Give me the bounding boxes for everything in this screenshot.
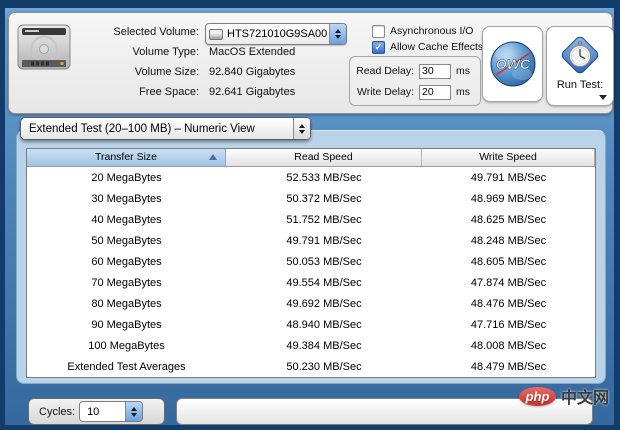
column-header-read-speed[interactable]: Read Speed bbox=[226, 149, 422, 166]
volume-size-label: Volume Size: bbox=[69, 64, 199, 80]
table-cell: 52.533 MB/Sec bbox=[226, 172, 422, 184]
table-row[interactable]: Extended Test Averages50.230 MB/Sec48.47… bbox=[27, 356, 595, 377]
table-cell: Extended Test Averages bbox=[27, 361, 226, 373]
results-table-body: 20 MegaBytes52.533 MB/Sec49.791 MB/Sec30… bbox=[27, 167, 595, 377]
table-cell: 48.625 MB/Sec bbox=[422, 214, 595, 226]
table-cell: 50.372 MB/Sec bbox=[226, 193, 422, 205]
run-test-menu-arrow-icon bbox=[599, 95, 607, 100]
write-delay-label: Write Delay: bbox=[350, 86, 414, 98]
watermark-text: 中文网 bbox=[561, 384, 609, 408]
results-table: Transfer Size Read Speed Write Speed 20 … bbox=[26, 148, 596, 378]
php-logo-icon: php bbox=[519, 387, 556, 406]
table-cell: 48.476 MB/Sec bbox=[422, 298, 595, 310]
mini-disk-icon bbox=[209, 29, 223, 40]
volume-size-value: 92.840 Gigabytes bbox=[209, 64, 295, 80]
selected-volume-dropdown[interactable]: HTS721010G9SA00 bbox=[205, 23, 347, 45]
table-cell: 49.384 MB/Sec bbox=[226, 340, 422, 352]
free-space-label: Free Space: bbox=[69, 84, 199, 100]
cycles-box: Cycles: 10 bbox=[28, 398, 165, 425]
table-row[interactable]: 50 MegaBytes49.791 MB/Sec48.248 MB/Sec bbox=[27, 230, 595, 251]
write-delay-input[interactable] bbox=[419, 85, 451, 100]
table-cell: 50 MegaBytes bbox=[27, 235, 226, 247]
table-row[interactable]: 20 MegaBytes52.533 MB/Sec49.791 MB/Sec bbox=[27, 167, 595, 188]
table-row[interactable]: 30 MegaBytes50.372 MB/Sec48.969 MB/Sec bbox=[27, 188, 595, 209]
table-cell: 49.692 MB/Sec bbox=[226, 298, 422, 310]
table-cell: 49.554 MB/Sec bbox=[226, 277, 422, 289]
table-cell: 90 MegaBytes bbox=[27, 319, 226, 331]
checkbox-checked-icon bbox=[372, 41, 385, 54]
table-cell: 20 MegaBytes bbox=[27, 172, 226, 184]
table-cell: 48.969 MB/Sec bbox=[422, 193, 595, 205]
table-cell: 47.874 MB/Sec bbox=[422, 277, 595, 289]
table-row[interactable]: 100 MegaBytes49.384 MB/Sec48.008 MB/Sec bbox=[27, 335, 595, 356]
table-cell: 80 MegaBytes bbox=[27, 298, 226, 310]
table-cell: 48.008 MB/Sec bbox=[422, 340, 595, 352]
table-cell: 48.605 MB/Sec bbox=[422, 256, 595, 268]
table-row[interactable]: 80 MegaBytes49.692 MB/Sec48.476 MB/Sec bbox=[27, 293, 595, 314]
read-delay-input[interactable] bbox=[419, 64, 451, 79]
cycles-dropdown[interactable]: 10 bbox=[79, 401, 143, 422]
hard-drive-icon bbox=[15, 18, 73, 76]
table-row[interactable]: 90 MegaBytes48.940 MB/Sec47.716 MB/Sec bbox=[27, 314, 595, 335]
table-cell: 47.716 MB/Sec bbox=[422, 319, 595, 331]
delay-settings-group: Read Delay: ms Write Delay: ms bbox=[349, 56, 481, 106]
owc-logo-button[interactable]: OWC bbox=[482, 26, 543, 102]
read-delay-unit: ms bbox=[456, 65, 470, 77]
run-test-button[interactable]: Run Test: bbox=[546, 26, 614, 106]
column-header-label: Transfer Size bbox=[95, 151, 157, 163]
free-space-value: 92.641 Gigabytes bbox=[209, 84, 295, 100]
table-cell: 70 MegaBytes bbox=[27, 277, 226, 289]
cycles-value: 10 bbox=[80, 406, 125, 418]
volume-type-label: Volume Type: bbox=[69, 44, 199, 60]
table-cell: 51.752 MB/Sec bbox=[226, 214, 422, 226]
test-mode-dropdown[interactable]: Extended Test (20–100 MB) – Numeric View bbox=[20, 117, 311, 140]
svg-text:OWC: OWC bbox=[495, 56, 530, 72]
results-table-header: Transfer Size Read Speed Write Speed bbox=[27, 149, 595, 167]
table-cell: 40 MegaBytes bbox=[27, 214, 226, 226]
table-row[interactable]: 70 MegaBytes49.554 MB/Sec47.874 MB/Sec bbox=[27, 272, 595, 293]
table-cell: 48.479 MB/Sec bbox=[422, 361, 595, 373]
table-cell: 50.230 MB/Sec bbox=[226, 361, 422, 373]
dropdown-stepper-icon bbox=[293, 118, 310, 139]
selected-volume-value: HTS721010G9SA00 bbox=[223, 28, 329, 40]
table-cell: 48.940 MB/Sec bbox=[226, 319, 422, 331]
column-header-label: Write Speed bbox=[479, 151, 537, 163]
async-io-label: Asynchronous I/O bbox=[390, 25, 473, 37]
write-delay-unit: ms bbox=[456, 86, 470, 98]
table-cell: 48.248 MB/Sec bbox=[422, 235, 595, 247]
table-cell: 49.791 MB/Sec bbox=[422, 172, 595, 184]
selected-volume-label: Selected Volume: bbox=[69, 24, 199, 40]
table-cell: 49.791 MB/Sec bbox=[226, 235, 422, 247]
volume-panel: Selected Volume: Volume Type: Volume Siz… bbox=[8, 12, 613, 114]
column-header-label: Read Speed bbox=[294, 151, 352, 163]
read-delay-label: Read Delay: bbox=[350, 65, 414, 77]
dropdown-stepper-icon bbox=[125, 402, 142, 421]
run-test-label: Run Test: bbox=[557, 79, 603, 91]
column-header-transfer-size[interactable]: Transfer Size bbox=[27, 149, 226, 166]
owc-globe-icon: OWC bbox=[489, 40, 537, 88]
cache-effects-checkbox[interactable]: Allow Cache Effects bbox=[372, 40, 483, 54]
test-mode-value: Extended Test (20–100 MB) – Numeric View bbox=[21, 123, 293, 135]
table-cell: 50.053 MB/Sec bbox=[226, 256, 422, 268]
dropdown-stepper-icon bbox=[329, 24, 346, 44]
table-row[interactable]: 60 MegaBytes50.053 MB/Sec48.605 MB/Sec bbox=[27, 251, 595, 272]
volume-type-value: MacOS Extended bbox=[209, 44, 295, 60]
stopwatch-icon bbox=[558, 33, 602, 77]
sort-ascending-icon bbox=[209, 154, 217, 160]
table-cell: 60 MegaBytes bbox=[27, 256, 226, 268]
watermark: php 中文网 bbox=[519, 384, 609, 408]
cycles-label: Cycles: bbox=[39, 406, 75, 418]
checkbox-icon bbox=[372, 25, 385, 38]
table-row[interactable]: 40 MegaBytes51.752 MB/Sec48.625 MB/Sec bbox=[27, 209, 595, 230]
cache-effects-label: Allow Cache Effects bbox=[390, 41, 483, 53]
table-cell: 100 MegaBytes bbox=[27, 340, 226, 352]
table-cell: 30 MegaBytes bbox=[27, 193, 226, 205]
column-header-write-speed[interactable]: Write Speed bbox=[422, 149, 595, 166]
async-io-checkbox[interactable]: Asynchronous I/O bbox=[372, 24, 473, 38]
